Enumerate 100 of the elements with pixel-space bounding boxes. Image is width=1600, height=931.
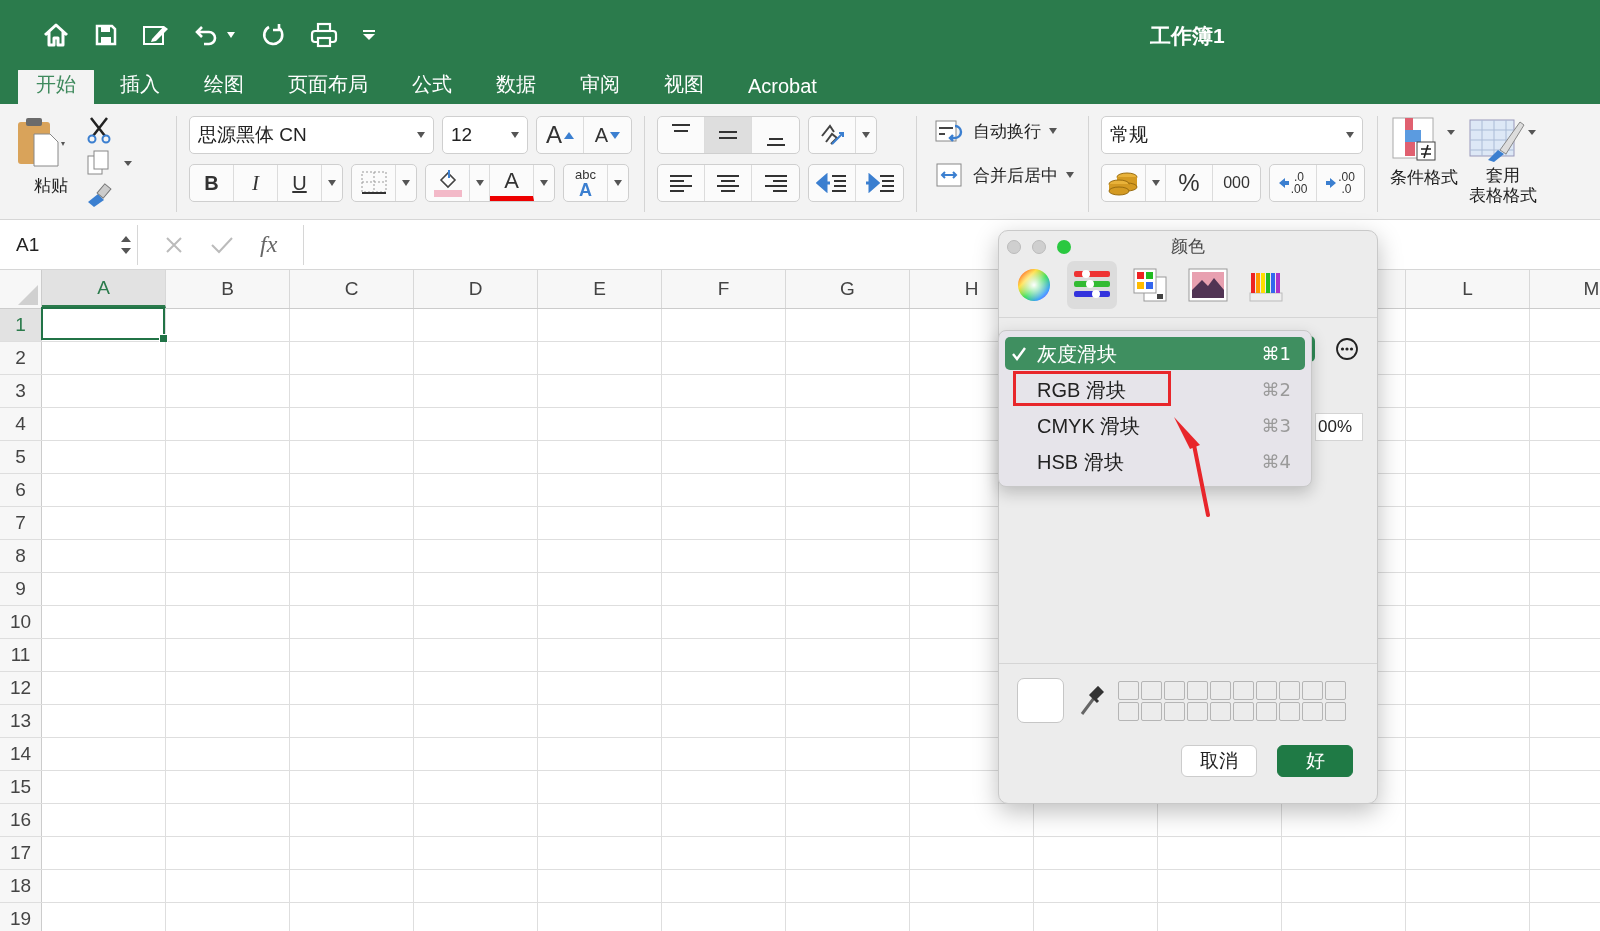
row-header[interactable]: 3 [0, 375, 42, 407]
cancel-button[interactable]: 取消 [1181, 745, 1257, 777]
row-header[interactable]: 14 [0, 738, 42, 770]
more-options-icon[interactable] [1335, 337, 1359, 361]
column-header[interactable]: G [786, 270, 910, 308]
column-header[interactable]: C [290, 270, 414, 308]
row-header[interactable]: 13 [0, 705, 42, 737]
font-name-dropdown[interactable]: 思源黑体 CN [189, 116, 434, 154]
wrap-text-button[interactable]: 自动换行 [933, 116, 1076, 146]
merge-center-button[interactable]: 合并后居中 [933, 160, 1076, 190]
color-swatch[interactable] [1256, 680, 1277, 700]
row-header[interactable]: 1 [0, 309, 42, 341]
format-as-table-button[interactable]: 套用 表格格式 [1468, 116, 1538, 207]
color-swatch[interactable] [1141, 701, 1162, 721]
column-header[interactable]: B [166, 270, 290, 308]
bold-button[interactable]: B [190, 165, 234, 201]
format-painter-icon[interactable] [86, 182, 114, 208]
color-swatch[interactable] [1187, 701, 1208, 721]
customize-icon[interactable] [362, 29, 376, 41]
shrink-font-button[interactable]: A [584, 117, 631, 153]
color-swatch[interactable] [1118, 701, 1139, 721]
home-icon[interactable] [42, 22, 70, 48]
color-swatch[interactable] [1302, 680, 1323, 700]
ribbon-tab[interactable]: 数据 [478, 67, 554, 104]
percent-button[interactable]: % [1166, 165, 1213, 201]
print-icon[interactable] [310, 22, 338, 48]
ribbon-tab[interactable]: 公式 [394, 67, 470, 104]
conditional-format-button[interactable]: 条件格式 [1390, 116, 1458, 207]
menu-item[interactable]: CMYK 滑块 ⌘3 [1005, 409, 1305, 442]
color-swatch[interactable] [1118, 680, 1139, 700]
name-box[interactable]: A1 [0, 224, 138, 265]
row-header[interactable]: 15 [0, 771, 42, 803]
column-header[interactable]: M [1530, 270, 1600, 308]
ribbon-tab[interactable]: 视图 [646, 67, 722, 104]
column-header[interactable]: L [1406, 270, 1530, 308]
paste-button[interactable]: 粘贴 [14, 116, 72, 208]
color-swatch[interactable] [1302, 701, 1323, 721]
color-swatch[interactable] [1256, 701, 1277, 721]
color-swatch[interactable] [1325, 680, 1346, 700]
vertical-align-button[interactable] [705, 117, 752, 153]
edit-icon[interactable] [142, 23, 170, 47]
row-header[interactable]: 6 [0, 474, 42, 506]
column-header[interactable]: A [42, 270, 166, 308]
row-header[interactable]: 4 [0, 408, 42, 440]
row-header[interactable]: 8 [0, 540, 42, 572]
number-format-dropdown[interactable]: 常规 [1101, 116, 1363, 154]
ok-button[interactable]: 好 [1277, 745, 1353, 777]
color-swatch[interactable] [1233, 701, 1254, 721]
color-sliders-tab[interactable] [1067, 261, 1117, 309]
row-header[interactable]: 7 [0, 507, 42, 539]
phonetic-button[interactable]: abc A [564, 165, 608, 201]
color-swatch[interactable] [1164, 701, 1185, 721]
ribbon-tab[interactable]: 审阅 [562, 67, 638, 104]
row-header[interactable]: 12 [0, 672, 42, 704]
shortcut-label: ⌘1 [1261, 343, 1291, 364]
selected-cell[interactable] [41, 307, 165, 340]
thousands-separator-button[interactable]: 000 [1213, 165, 1260, 201]
column-header[interactable]: D [414, 270, 538, 308]
color-swatch[interactable] [1210, 680, 1231, 700]
color-swatch[interactable] [1279, 701, 1300, 721]
increase-decimal-button[interactable]: .0 .00 [1270, 165, 1317, 201]
caret-icon[interactable] [226, 32, 236, 38]
scissors-icon[interactable] [86, 116, 112, 144]
save-icon[interactable] [94, 23, 118, 47]
row-header[interactable]: 11 [0, 639, 42, 671]
eyedropper-icon[interactable] [1078, 685, 1104, 716]
redo-icon[interactable] [260, 22, 286, 48]
ribbon-tab[interactable]: Acrobat [730, 71, 835, 104]
insert-function-button[interactable]: fx [260, 231, 278, 258]
ribbon-tab[interactable]: 页面布局 [270, 67, 386, 104]
ribbon-tab[interactable]: 绘图 [186, 67, 262, 104]
color-swatch[interactable] [1325, 701, 1346, 721]
color-swatch[interactable] [1210, 701, 1231, 721]
current-color-swatch[interactable] [1017, 678, 1064, 723]
row-header[interactable]: 5 [0, 441, 42, 473]
color-swatch[interactable] [1233, 680, 1254, 700]
font-size-dropdown[interactable]: 12 [442, 116, 528, 154]
row-header[interactable]: 16 [0, 804, 42, 836]
font-color-button[interactable]: A [490, 165, 534, 201]
menu-item[interactable]: HSB 滑块 ⌘4 [1005, 445, 1305, 478]
row-header[interactable]: 10 [0, 606, 42, 638]
decrease-decimal-button[interactable]: .00 .0 [1317, 165, 1364, 201]
align-lines-icon [719, 131, 737, 139]
color-swatch[interactable] [1141, 680, 1162, 700]
row-header[interactable]: 18 [0, 870, 42, 902]
underline-button[interactable]: U [278, 165, 322, 201]
row-header[interactable]: 9 [0, 573, 42, 605]
color-swatch[interactable] [1279, 680, 1300, 700]
value-field[interactable]: 00% [1315, 413, 1363, 441]
row-header[interactable]: 17 [0, 837, 42, 869]
color-swatch[interactable] [1164, 680, 1185, 700]
column-header[interactable]: E [538, 270, 662, 308]
column-header[interactable]: F [662, 270, 786, 308]
italic-button[interactable]: I [234, 165, 278, 201]
row-header[interactable]: 19 [0, 903, 42, 931]
grow-font-button[interactable]: A [537, 117, 584, 153]
row-header[interactable]: 2 [0, 342, 42, 374]
color-swatch[interactable] [1187, 680, 1208, 700]
ribbon-tab[interactable]: 插入 [102, 67, 178, 104]
menu-item[interactable]: 灰度滑块 ⌘1 [1005, 337, 1305, 370]
